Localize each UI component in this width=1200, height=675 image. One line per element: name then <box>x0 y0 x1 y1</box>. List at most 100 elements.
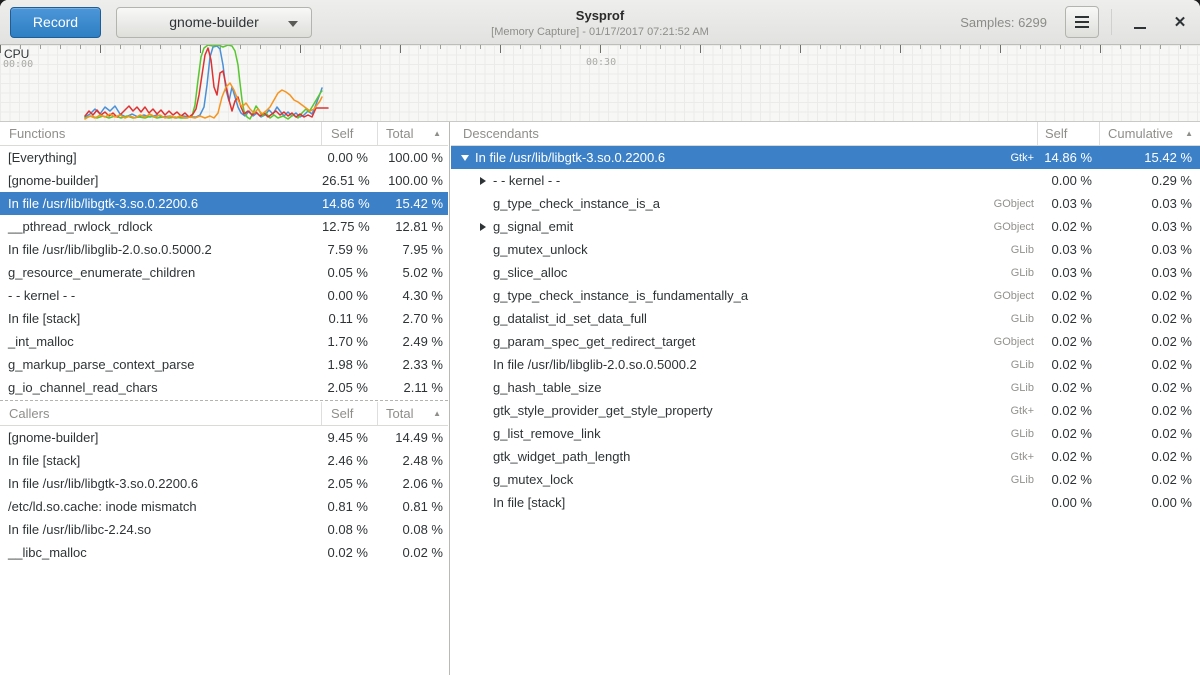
tree-row[interactable]: In file /usr/lib/libgtk-3.so.0.2200.6Gtk… <box>451 146 1200 169</box>
self-percent: 0.03 % <box>1038 265 1100 280</box>
tree-row-name-cell: In file [stack] <box>451 495 966 510</box>
table-row[interactable]: - - kernel - -0.00 %4.30 % <box>0 284 448 307</box>
capture-subtitle: [Memory Capture] - 01/17/2017 07:21:52 A… <box>491 26 709 38</box>
sysprof-window: Record gnome-builder Sysprof [Memory Cap… <box>0 0 1200 675</box>
close-button[interactable]: ✕ <box>1160 0 1200 45</box>
table-row[interactable]: g_markup_parse_context_parse1.98 %2.33 % <box>0 353 448 376</box>
self-percent: 26.51 % <box>322 173 378 188</box>
function-name: g_param_spec_get_redirect_target <box>493 334 695 349</box>
tree-row[interactable]: g_param_spec_get_redirect_targetGObject0… <box>451 330 1200 353</box>
function-name: g_mutex_lock <box>493 472 573 487</box>
self-percent: 2.46 % <box>322 453 378 468</box>
self-percent: 0.00 % <box>1038 495 1100 510</box>
expander-closed-icon[interactable] <box>478 177 493 185</box>
close-icon: ✕ <box>1174 15 1187 30</box>
self-percent: 0.02 % <box>1038 472 1100 487</box>
table-row[interactable]: In file [stack]2.46 %2.48 % <box>0 449 448 472</box>
self-percent: 0.02 % <box>1038 311 1100 326</box>
tree-row[interactable]: g_type_check_instance_is_fundamentally_a… <box>451 284 1200 307</box>
library-tag: GObject <box>966 336 1038 348</box>
function-name: __pthread_rwlock_rdlock <box>0 219 322 234</box>
table-row[interactable]: In file /usr/lib/libgtk-3.so.0.2200.62.0… <box>0 472 448 495</box>
function-name: [gnome-builder] <box>0 430 322 445</box>
expander-open-icon[interactable] <box>460 155 475 161</box>
total-percent: 2.70 % <box>378 311 448 326</box>
functions-total-column-header[interactable]: Total ▲ <box>378 122 448 145</box>
table-row[interactable]: __libc_malloc0.02 %0.02 % <box>0 541 448 564</box>
function-name: In file [stack] <box>0 453 322 468</box>
table-row[interactable]: In file [stack]0.11 %2.70 % <box>0 307 448 330</box>
tree-row-name-cell: In file /usr/lib/libgtk-3.so.0.2200.6 <box>451 150 966 165</box>
tree-row[interactable]: g_mutex_unlockGLib0.03 %0.03 % <box>451 238 1200 261</box>
table-row[interactable]: In file /usr/lib/libglib-2.0.so.0.5000.2… <box>0 238 448 261</box>
function-name: gtk_style_provider_get_style_property <box>493 403 713 418</box>
expander-closed-icon[interactable] <box>478 223 493 231</box>
total-percent: 0.02 % <box>378 545 448 560</box>
function-name: - - kernel - - <box>493 173 560 188</box>
tree-row[interactable]: g_slice_allocGLib0.03 %0.03 % <box>451 261 1200 284</box>
self-percent: 0.02 % <box>1038 219 1100 234</box>
table-row[interactable]: _int_malloc1.70 %2.49 % <box>0 330 448 353</box>
tree-row[interactable]: g_datalist_id_set_data_fullGLib0.02 %0.0… <box>451 307 1200 330</box>
table-row[interactable]: g_io_channel_read_chars2.05 %2.11 % <box>0 376 448 399</box>
tree-row[interactable]: g_mutex_lockGLib0.02 %0.02 % <box>451 468 1200 491</box>
self-percent: 0.00 % <box>1038 173 1100 188</box>
tree-row[interactable]: gtk_style_provider_get_style_property Gtk… <box>451 399 1200 422</box>
self-percent: 0.00 % <box>322 288 378 303</box>
library-tag: Gtk+ <box>966 405 1038 417</box>
callers-column-header[interactable]: Callers <box>0 402 322 425</box>
record-button[interactable]: Record <box>10 7 101 38</box>
samples-count: Samples: 6299 <box>960 15 1047 30</box>
tree-row-name-cell: g_hash_table_size <box>451 380 966 395</box>
library-tag: GObject <box>966 290 1038 302</box>
tree-row[interactable]: g_type_check_instance_is_aGObject0.03 %0… <box>451 192 1200 215</box>
callers-table-body: [gnome-builder]9.45 %14.49 %In file [sta… <box>0 426 448 564</box>
menu-button[interactable] <box>1065 6 1099 38</box>
tree-row[interactable]: - - kernel - -0.00 %0.29 % <box>451 169 1200 192</box>
callers-total-column-header[interactable]: Total ▲ <box>378 402 448 425</box>
total-percent: 14.49 % <box>378 430 448 445</box>
sort-ascending-icon: ▲ <box>433 409 441 418</box>
table-row[interactable]: In file /usr/lib/libgtk-3.so.0.2200.614.… <box>0 192 448 215</box>
tree-row[interactable]: g_hash_table_sizeGLib0.02 %0.02 % <box>451 376 1200 399</box>
cpu-timeline-graph[interactable]: CPU 00:00 00:30 <box>0 45 1200 122</box>
minimize-button[interactable] <box>1120 0 1160 45</box>
function-name: g_markup_parse_context_parse <box>0 357 322 372</box>
tree-row[interactable]: g_list_remove_linkGLib0.02 %0.02 % <box>451 422 1200 445</box>
total-percent: 5.02 % <box>378 265 448 280</box>
function-name: In file /usr/lib/libgtk-3.so.0.2200.6 <box>0 476 322 491</box>
tree-row-name-cell: gtk_style_provider_get_style_property <box>451 403 966 418</box>
table-row[interactable]: In file /usr/lib/libc-2.24.so0.08 %0.08 … <box>0 518 448 541</box>
table-row[interactable]: g_resource_enumerate_children0.05 %5.02 … <box>0 261 448 284</box>
tree-row[interactable]: g_signal_emitGObject0.02 %0.03 % <box>451 215 1200 238</box>
descendants-self-column-header[interactable]: Self <box>1038 122 1100 145</box>
cpu-series-cpu0 <box>85 46 322 118</box>
functions-self-column-header[interactable]: Self <box>322 122 378 145</box>
tree-row-name-cell: g_datalist_id_set_data_full <box>451 311 966 326</box>
library-tag: GLib <box>966 267 1038 279</box>
descendants-cumulative-column-header[interactable]: Cumulative ▲ <box>1100 122 1200 145</box>
functions-table-body: [Everything]0.00 %100.00 %[gnome-builder… <box>0 146 448 399</box>
tree-row[interactable]: In file /usr/lib/libglib-2.0.so.0.5000.2… <box>451 353 1200 376</box>
function-name: In file [stack] <box>493 495 565 510</box>
table-row[interactable]: /etc/ld.so.cache: inode mismatch0.81 %0.… <box>0 495 448 518</box>
table-row[interactable]: [gnome-builder]9.45 %14.49 % <box>0 426 448 449</box>
table-row[interactable]: __pthread_rwlock_rdlock12.75 %12.81 % <box>0 215 448 238</box>
tree-row[interactable]: gtk_widget_path_lengthGtk+0.02 %0.02 % <box>451 445 1200 468</box>
cumulative-percent: 0.03 % <box>1100 219 1200 234</box>
table-row[interactable]: [Everything]0.00 %100.00 % <box>0 146 448 169</box>
self-percent: 14.86 % <box>1038 150 1100 165</box>
self-percent: 2.05 % <box>322 476 378 491</box>
cumulative-percent: 15.42 % <box>1100 150 1200 165</box>
tree-row[interactable]: In file [stack]0.00 %0.00 % <box>451 491 1200 514</box>
callers-self-column-header[interactable]: Self <box>322 402 378 425</box>
self-percent: 0.02 % <box>1038 426 1100 441</box>
descendants-column-header[interactable]: Descendants <box>451 122 1038 145</box>
function-name: /etc/ld.so.cache: inode mismatch <box>0 499 322 514</box>
table-row[interactable]: [gnome-builder]26.51 %100.00 % <box>0 169 448 192</box>
function-name: _int_malloc <box>0 334 322 349</box>
self-percent: 0.02 % <box>1038 449 1100 464</box>
functions-column-header[interactable]: Functions <box>0 122 322 145</box>
profile-target-dropdown[interactable]: gnome-builder <box>116 7 312 38</box>
cpu-series-cpu2 <box>85 48 328 117</box>
